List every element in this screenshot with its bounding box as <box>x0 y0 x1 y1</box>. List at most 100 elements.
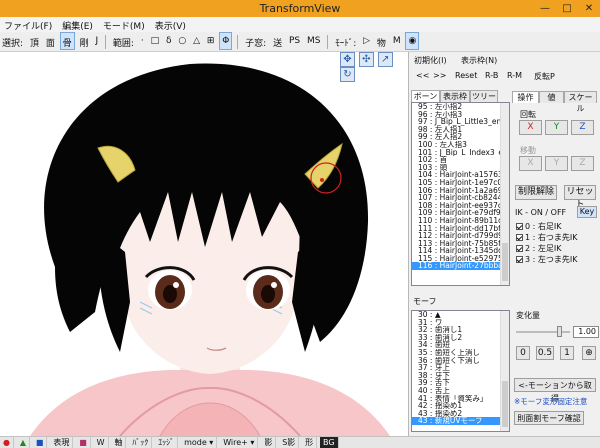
minimize-button[interactable]: — <box>534 0 556 17</box>
range-phi-button[interactable]: Φ <box>219 32 233 50</box>
bone-gizmo-point[interactable] <box>320 178 324 182</box>
bone-list-item[interactable]: 114 : HairJoint-1345dd! <box>412 247 509 255</box>
red-dot-icon[interactable]: ● <box>0 437 14 448</box>
maximize-button[interactable]: □ <box>556 0 578 17</box>
preset-0-button[interactable]: 0 <box>516 346 530 360</box>
morph-list-item[interactable]: 39 : 舌下 <box>412 379 509 387</box>
morph-list-item[interactable]: 41 : 表情「資笑み」 <box>412 395 509 403</box>
init-button[interactable]: 初期化(I) <box>414 55 447 66</box>
bone-list-item[interactable]: 111 : HairJoint-dd17bf3 <box>412 225 509 233</box>
range-delta-button[interactable]: δ <box>164 32 174 50</box>
select-face-button[interactable]: 面 <box>44 32 57 50</box>
child-ms-button[interactable]: MS <box>305 32 322 50</box>
morph-slider-thumb[interactable] <box>557 326 563 337</box>
color-swatch-icon[interactable]: ■ <box>76 437 91 448</box>
tab-operation[interactable]: 操作 <box>512 91 539 103</box>
ik-item[interactable]: 0 : 右足IK <box>516 221 561 232</box>
tab-value[interactable]: 値 <box>539 91 564 103</box>
preset-05-button[interactable]: 0.5 <box>536 346 554 360</box>
bone-list-item[interactable]: 108 : HairJoint-ee937c! <box>412 202 509 210</box>
blue-square-icon[interactable]: ■ <box>33 437 48 448</box>
select-rigid-button[interactable]: 剛 <box>78 32 91 50</box>
bone-list-item[interactable]: 115 : HairJoint-e52975! <box>412 255 509 263</box>
bone-list-item[interactable]: 110 : HairJoint-89b11d! <box>412 217 509 225</box>
nav-prev-button[interactable]: << <box>416 71 429 80</box>
pan-icon[interactable]: ✣ <box>358 52 374 67</box>
expression-toggle[interactable]: 表現 <box>50 437 74 448</box>
morph-list-item[interactable]: 40 : 舌上 <box>412 387 509 395</box>
bone-list-item[interactable]: 101 : J_Bip_L_Index3_en <box>412 149 509 157</box>
range-grid-button[interactable]: ⊞ <box>205 32 217 50</box>
range-triangle-button[interactable]: △ <box>191 32 202 50</box>
reset-all-button[interactable]: Reset <box>455 71 477 80</box>
shadow-toggle[interactable]: 影 <box>261 437 277 448</box>
reset-bone-button[interactable]: R-B <box>485 71 498 80</box>
bone-list-item[interactable]: 107 : HairJoint-cb8244! <box>412 194 509 202</box>
w-toggle[interactable]: W <box>94 437 109 448</box>
move-y-button[interactable]: Y <box>545 156 568 171</box>
morph-list-item[interactable]: 42 : 揺染め1 <box>412 402 509 410</box>
tab-scale[interactable]: スケール <box>564 91 597 113</box>
move-x-button[interactable]: X <box>519 156 542 171</box>
child-send-button[interactable]: 送 <box>271 32 284 50</box>
bone-list-item[interactable]: 113 : HairJoint-75b85f! <box>412 240 509 248</box>
rotate-z-button[interactable]: Z <box>571 120 594 135</box>
confirm-morph-button[interactable]: 則面割モーフ確認 <box>514 411 584 425</box>
green-triangle-icon[interactable]: ▲ <box>17 437 31 448</box>
morph-list-item[interactable]: 43 : 揺染め2 <box>412 410 509 418</box>
bone-list-item[interactable]: 103 : 頭 <box>412 164 509 172</box>
preset-add-icon[interactable]: ⊕ <box>582 346 596 360</box>
tab-tree[interactable]: ツリー <box>470 90 498 102</box>
bone-scroll-thumb[interactable] <box>502 243 508 281</box>
bone-list-item[interactable]: 95 : 左小指2 <box>412 103 509 111</box>
menu-edit[interactable]: 編集(E) <box>58 17 99 32</box>
mode-target-icon[interactable]: ◉ <box>405 32 420 50</box>
constraint-release-button[interactable]: 制限解除 <box>515 185 557 200</box>
bone-list-item[interactable]: 96 : 左小指3 <box>412 111 509 119</box>
axis-toggle[interactable]: 軸 <box>111 437 127 448</box>
reset-button[interactable]: リセット <box>564 185 596 210</box>
rotate-y-button[interactable]: Y <box>545 120 568 135</box>
morph-list-item[interactable]: 34 : 歯短 <box>412 341 509 349</box>
bone-list-scrollbar[interactable] <box>500 103 509 285</box>
morph-list-item[interactable]: 30 : ▲ <box>412 311 509 319</box>
morph-list-item[interactable]: 32 : 歯消し1 <box>412 326 509 334</box>
close-button[interactable]: ✕ <box>578 0 600 17</box>
mode-m-button[interactable]: M <box>391 32 403 50</box>
tab-display-frame[interactable]: 表示枠 <box>440 90 470 102</box>
menu-file[interactable]: ファイル(F) <box>0 17 58 32</box>
get-from-motion-button[interactable]: <-モーションから取得 <box>514 378 596 403</box>
morph-list-item[interactable]: 31 : ワ <box>412 319 509 327</box>
bone-list-item[interactable]: 105 : HairJoint-1e97c0! <box>412 179 509 187</box>
bone-list-item[interactable]: 100 : 左人指3 <box>412 141 509 149</box>
morph-list-scrollbar[interactable] <box>500 311 509 431</box>
mode-physics-button[interactable]: 物 <box>375 32 388 50</box>
ik-item[interactable]: 2 : 左足IK <box>516 243 561 254</box>
bone-list-item[interactable]: 104 : HairJoint-a15763! <box>412 171 509 179</box>
bone-list-item[interactable]: 98 : 左人指1 <box>412 126 509 134</box>
tab-bone[interactable]: ボーン <box>411 90 440 102</box>
viewport-3d[interactable]: ✥ ✣ ↗ ↻ <box>0 52 408 436</box>
checkbox-icon[interactable] <box>516 223 523 230</box>
morph-value-field[interactable]: 1.00 <box>573 326 599 338</box>
morph-list-item[interactable]: 37 : 牙上 <box>412 364 509 372</box>
wire-dropdown[interactable]: Wire+ ▾ <box>220 437 259 448</box>
move-icon[interactable]: ✥ <box>340 52 355 67</box>
invert-button[interactable]: 反転P <box>534 71 555 82</box>
select-joint-button[interactable]: J <box>93 32 100 50</box>
menu-mode[interactable]: モード(M) <box>99 17 151 32</box>
move-z-button[interactable]: Z <box>571 156 594 171</box>
checkbox-icon[interactable] <box>516 245 523 252</box>
bone-list-item[interactable]: 102 : 首 <box>412 156 509 164</box>
edge-toggle[interactable]: ｴｯｼﾞ <box>155 437 179 448</box>
nav-next-button[interactable]: >> <box>433 71 446 80</box>
self-shadow-toggle[interactable]: S影 <box>279 437 300 448</box>
rotate-icon[interactable]: ↻ <box>340 67 355 82</box>
checkbox-icon[interactable] <box>516 256 523 263</box>
mode-play-button[interactable]: ▷ <box>361 32 372 50</box>
bone-list-item[interactable]: 99 : 左人指2 <box>412 133 509 141</box>
select-bone-button[interactable]: 骨 <box>59 32 75 50</box>
bone-list-item[interactable]: 109 : HairJoint-e79df9e <box>412 209 509 217</box>
bone-list-item[interactable]: 112 : HairJoint-d799d9! <box>412 232 509 240</box>
ik-item[interactable]: 3 : 左つま先IK <box>516 254 577 265</box>
